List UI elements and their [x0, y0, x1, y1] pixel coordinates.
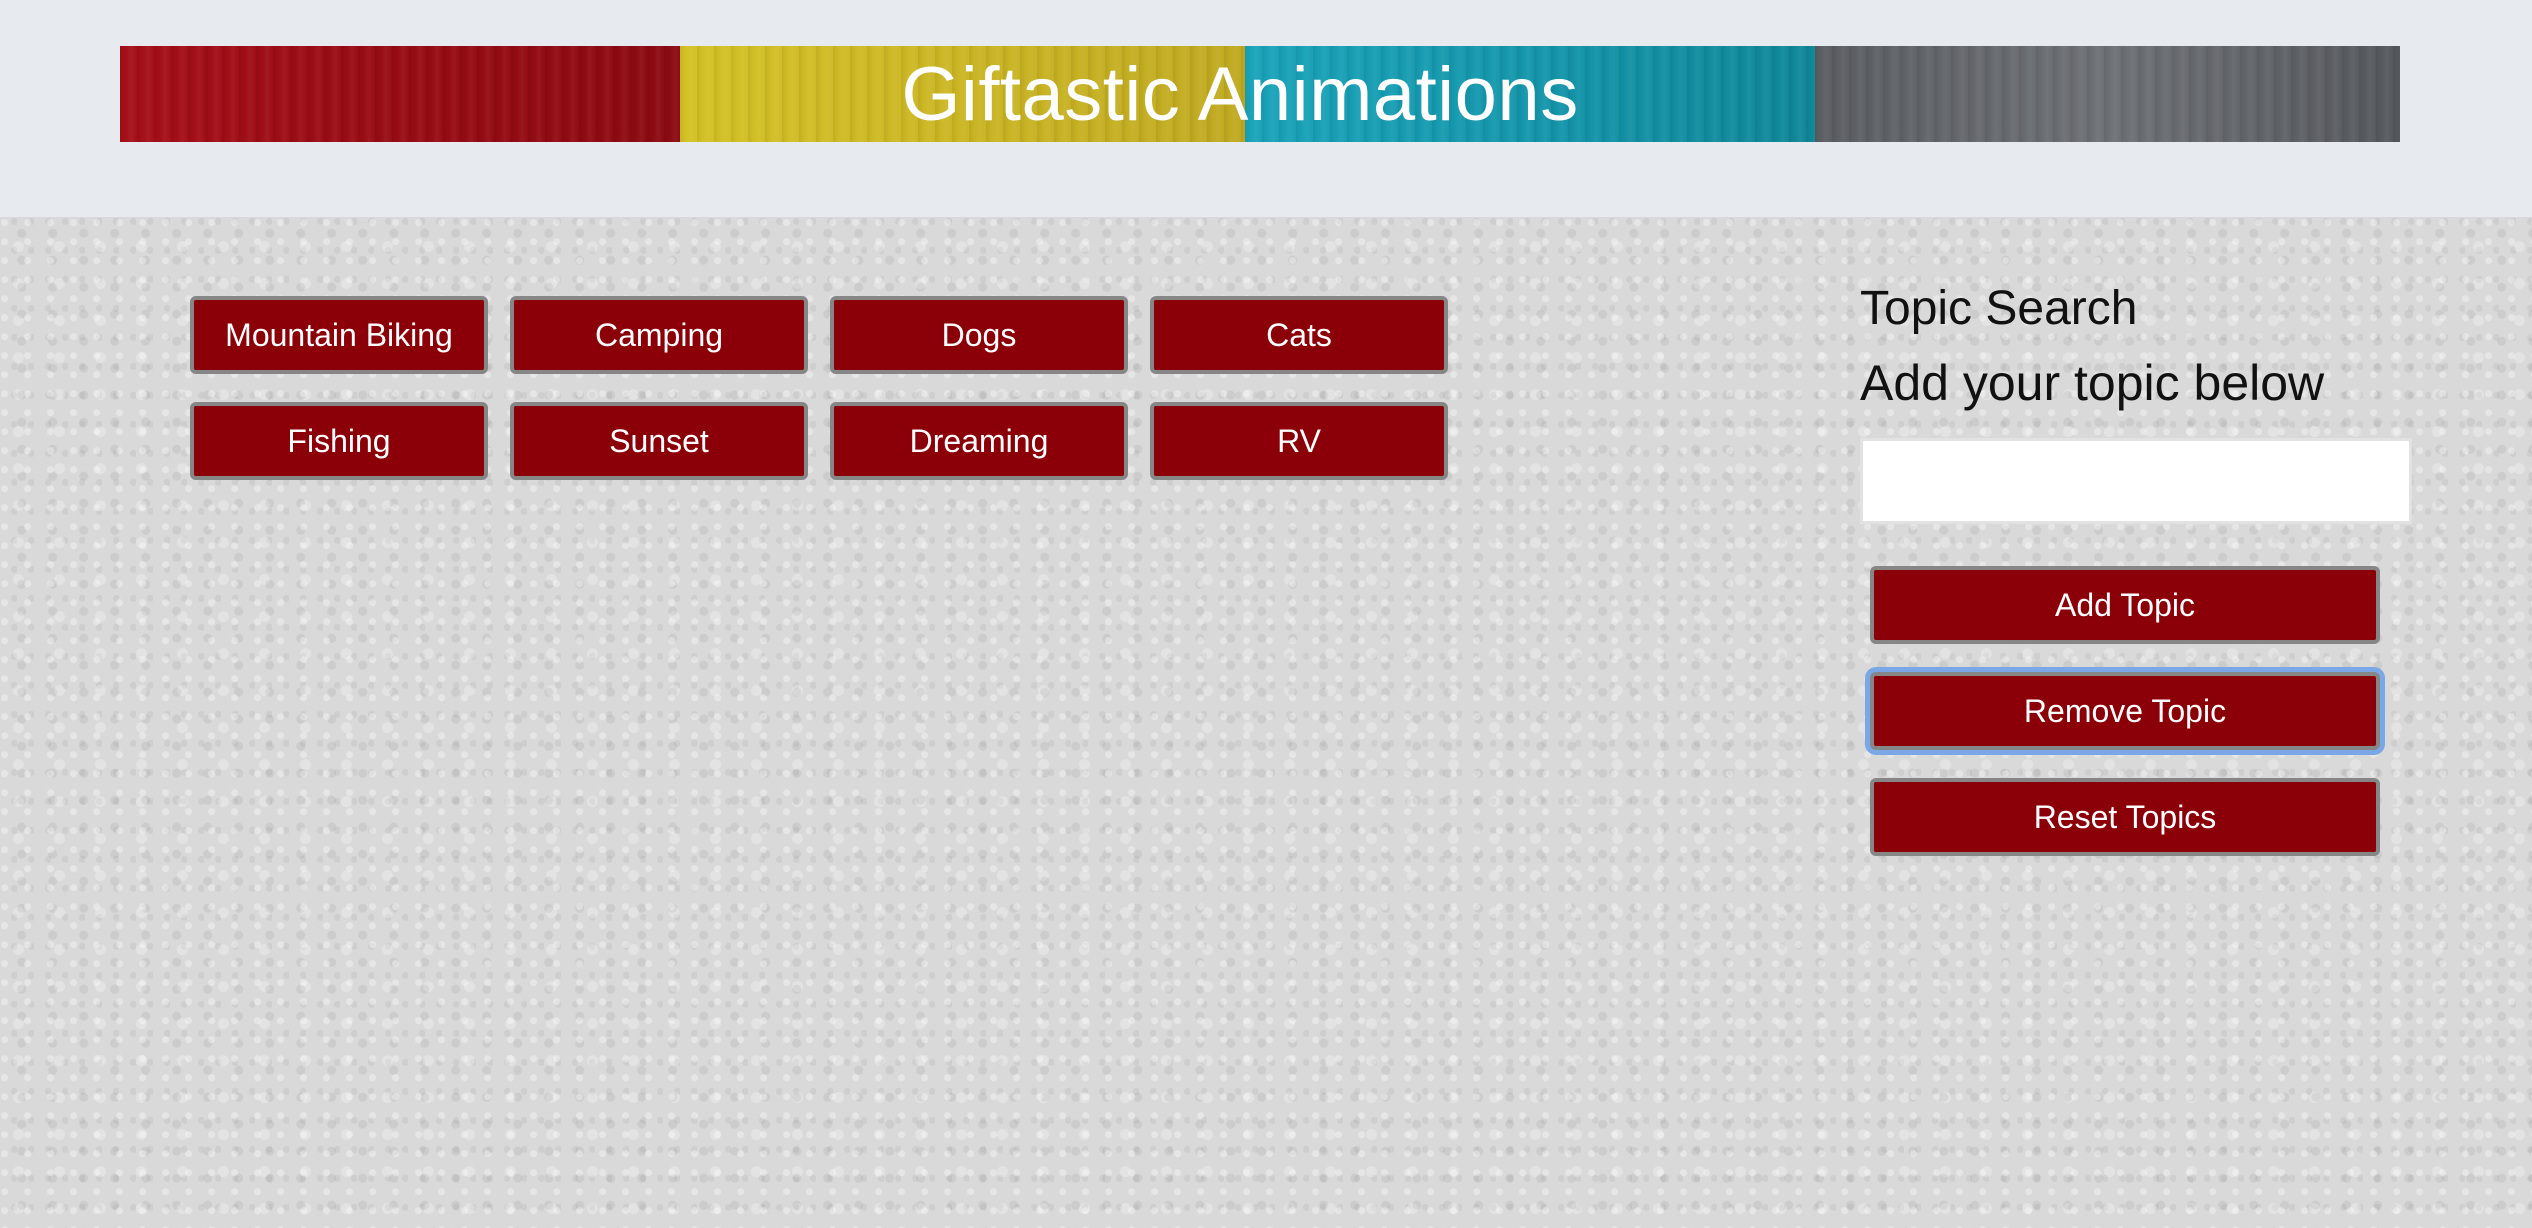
topic-input[interactable] — [1860, 438, 2412, 524]
topic-button-mountain-biking[interactable]: Mountain Biking — [190, 296, 488, 374]
topic-action-buttons: Add Topic Remove Topic Reset Topics — [1870, 566, 2380, 856]
topic-button-cats[interactable]: Cats — [1150, 296, 1448, 374]
add-topic-button[interactable]: Add Topic — [1870, 566, 2380, 644]
topic-button-sunset[interactable]: Sunset — [510, 402, 808, 480]
header-band: Giftastic Animations — [0, 0, 2532, 217]
add-topic-instruction: Add your topic below — [1860, 355, 2325, 411]
page-title: Giftastic Animations — [901, 51, 1579, 137]
topic-button-fishing[interactable]: Fishing — [190, 402, 488, 480]
topic-search-panel: Topic Search Add your topic below Add To… — [1860, 276, 2412, 856]
topic-button-grid: Mountain Biking Camping Dogs Cats Fishin… — [190, 296, 1450, 480]
topic-button-camping[interactable]: Camping — [510, 296, 808, 374]
topic-button-rv[interactable]: RV — [1150, 402, 1448, 480]
reset-topics-button[interactable]: Reset Topics — [1870, 778, 2380, 856]
topic-search-heading: Topic Search — [1860, 282, 2138, 335]
topic-button-dogs[interactable]: Dogs — [830, 296, 1128, 374]
remove-topic-button[interactable]: Remove Topic — [1870, 672, 2380, 750]
header-banner: Giftastic Animations — [120, 46, 2400, 142]
topic-button-dreaming[interactable]: Dreaming — [830, 402, 1128, 480]
